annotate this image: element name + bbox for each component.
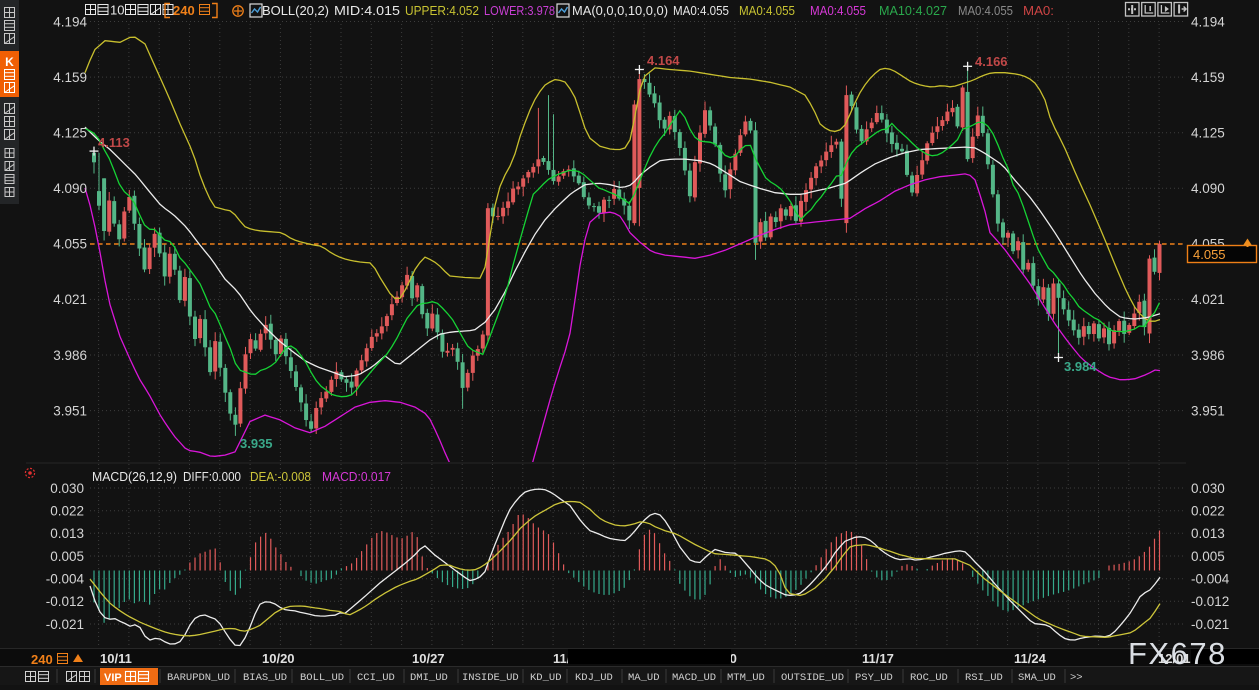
- svg-text:0.030: 0.030: [1191, 481, 1225, 496]
- svg-text:0.013: 0.013: [50, 526, 84, 541]
- svg-text:PSY_UD: PSY_UD: [855, 672, 893, 684]
- svg-text:4.125: 4.125: [1191, 126, 1225, 141]
- svg-text:MA10:4.027: MA10:4.027: [879, 3, 947, 18]
- svg-text:-0.021: -0.021: [1191, 617, 1229, 632]
- svg-text:MA_UD: MA_UD: [628, 672, 660, 684]
- svg-text:0.005: 0.005: [50, 549, 84, 564]
- svg-text:VIP: VIP: [104, 672, 122, 684]
- svg-text:MID:4.015: MID:4.015: [334, 3, 400, 18]
- svg-text:10/11: 10/11: [100, 651, 132, 666]
- svg-text:MACD(26,12,9): MACD(26,12,9): [92, 469, 177, 484]
- svg-text:-0.012: -0.012: [1191, 594, 1229, 609]
- svg-text:MACD_UD: MACD_UD: [672, 672, 716, 684]
- svg-text:4.194: 4.194: [53, 14, 87, 29]
- svg-text:KD_UD: KD_UD: [530, 672, 562, 684]
- svg-text:BOLL_UD: BOLL_UD: [300, 672, 344, 684]
- svg-text:-0.021: -0.021: [46, 617, 84, 632]
- svg-text:LOWER:3.978: LOWER:3.978: [484, 3, 555, 18]
- svg-text:3.935: 3.935: [240, 436, 273, 451]
- svg-text:11/17: 11/17: [862, 651, 894, 666]
- svg-text:4.055: 4.055: [1193, 247, 1226, 262]
- svg-text:4.159: 4.159: [1191, 70, 1225, 85]
- svg-text:4.055: 4.055: [53, 237, 87, 252]
- svg-text:4.166: 4.166: [975, 54, 1008, 69]
- svg-text:4.194: 4.194: [1191, 14, 1225, 29]
- svg-text:MA0:: MA0:: [1023, 3, 1054, 18]
- svg-text:KDJ_UD: KDJ_UD: [575, 672, 613, 684]
- svg-text:SMA_UD: SMA_UD: [1018, 672, 1056, 684]
- svg-text:MA0:4.055: MA0:4.055: [958, 3, 1013, 18]
- svg-text:3.986: 3.986: [1191, 348, 1225, 363]
- svg-text:MA0:4.055: MA0:4.055: [739, 3, 795, 18]
- svg-text:3.951: 3.951: [53, 403, 87, 418]
- svg-text:0.013: 0.013: [1191, 526, 1225, 541]
- svg-text:K: K: [5, 55, 14, 69]
- svg-text:10/20: 10/20: [262, 651, 295, 666]
- svg-text:MACD:0.017: MACD:0.017: [322, 469, 391, 484]
- svg-text:10/27: 10/27: [412, 651, 445, 666]
- svg-text:DIFF:0.000: DIFF:0.000: [183, 469, 241, 484]
- svg-text:0.005: 0.005: [1191, 549, 1225, 564]
- svg-text:FX678: FX678: [1128, 636, 1227, 671]
- svg-text:0.022: 0.022: [1191, 504, 1225, 519]
- svg-text:4.113: 4.113: [98, 135, 130, 150]
- svg-text:10: 10: [110, 3, 124, 18]
- svg-text:240: 240: [173, 3, 195, 18]
- svg-text:OUTSIDE_UD: OUTSIDE_UD: [781, 672, 844, 684]
- svg-text:4.090: 4.090: [53, 181, 87, 196]
- svg-text:3.951: 3.951: [1191, 403, 1225, 418]
- svg-text:ROC_UD: ROC_UD: [910, 672, 948, 684]
- svg-text:3.984: 3.984: [1064, 359, 1097, 374]
- svg-text:BIAS_UD: BIAS_UD: [243, 672, 287, 684]
- svg-text:4.159: 4.159: [53, 70, 87, 85]
- svg-text:BOLL(20,2): BOLL(20,2): [262, 3, 329, 18]
- svg-text:>>: >>: [1070, 672, 1083, 684]
- svg-text:-0.004: -0.004: [1191, 572, 1230, 587]
- svg-text:0.022: 0.022: [50, 504, 84, 519]
- svg-text:DMI_UD: DMI_UD: [410, 672, 448, 684]
- svg-text:MA0:4.055: MA0:4.055: [810, 3, 866, 18]
- svg-text:UPPER:4.052: UPPER:4.052: [405, 3, 479, 18]
- svg-text:3.986: 3.986: [53, 348, 87, 363]
- svg-text:4.090: 4.090: [1191, 181, 1225, 196]
- svg-text:CCI_UD: CCI_UD: [357, 672, 395, 684]
- svg-text:MA(0,0,0,10,0,0): MA(0,0,0,10,0,0): [572, 3, 668, 18]
- svg-text:MA0:4.055: MA0:4.055: [673, 3, 729, 18]
- svg-text:11/24: 11/24: [1014, 651, 1047, 666]
- svg-text:4.021: 4.021: [53, 292, 87, 307]
- svg-text:RSI_UD: RSI_UD: [965, 672, 1003, 684]
- svg-text:240: 240: [31, 652, 53, 667]
- svg-text:4.164: 4.164: [647, 53, 680, 68]
- svg-text:MTM_UD: MTM_UD: [727, 672, 765, 684]
- svg-text:4.125: 4.125: [53, 126, 87, 141]
- svg-text:-0.004: -0.004: [46, 572, 85, 587]
- svg-text:4.021: 4.021: [1191, 292, 1225, 307]
- svg-text:0.030: 0.030: [50, 481, 84, 496]
- svg-text:DEA:-0.008: DEA:-0.008: [250, 469, 311, 484]
- svg-text:-0.012: -0.012: [46, 594, 84, 609]
- svg-text:BARUPDN_UD: BARUPDN_UD: [167, 672, 230, 684]
- svg-text:INSIDE_UD: INSIDE_UD: [462, 672, 519, 684]
